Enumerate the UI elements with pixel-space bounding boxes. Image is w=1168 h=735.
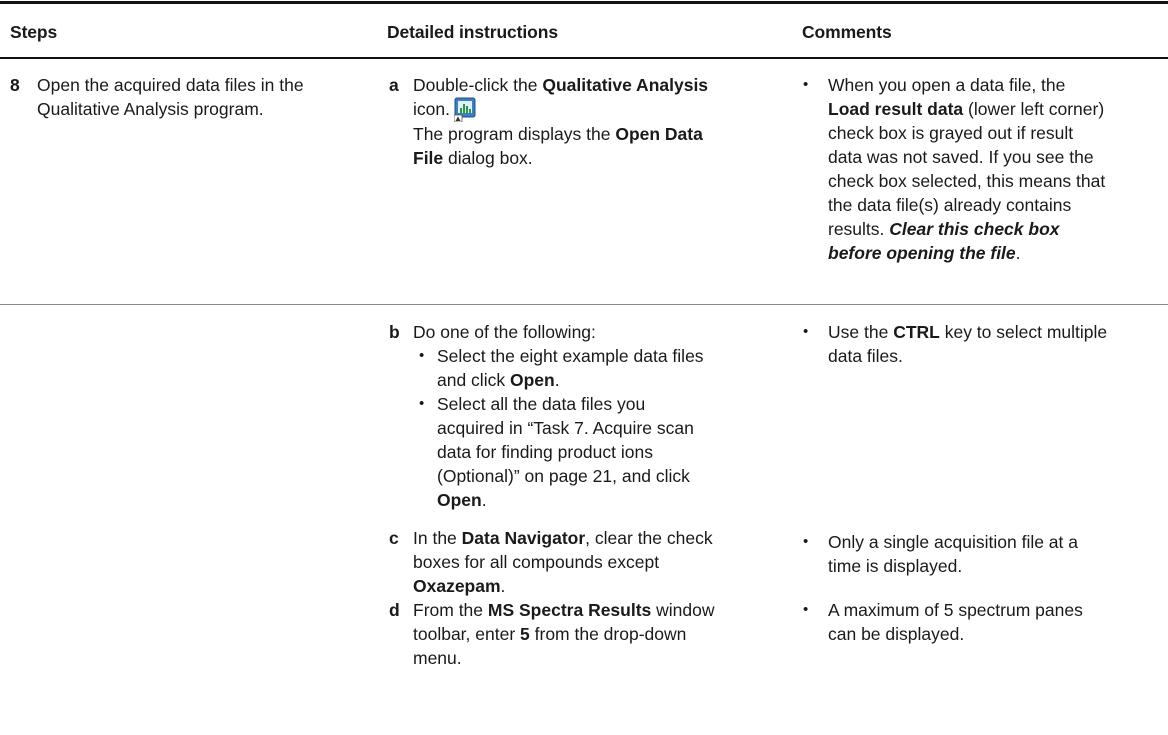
instruction-b-option-2: Select all the data files you acquired i… <box>437 394 694 510</box>
comment-bullet-c: • <box>803 533 809 550</box>
instruction-marker-a: a <box>389 75 399 95</box>
comment-bullet-d: • <box>803 601 809 618</box>
qualitative-analysis-icon <box>453 97 477 122</box>
instruction-b-option-1: Select the eight example data files and … <box>437 346 704 390</box>
comment-a: When you open a data file, the Load resu… <box>828 75 1106 263</box>
instruction-d: From the MS Spectra Results window toolb… <box>413 600 715 668</box>
option-bullet-2: • <box>419 395 425 412</box>
top-rule <box>0 1 1168 4</box>
header-comments: Comments <box>802 22 892 42</box>
instruction-c: In the Data Navigator, clear the check b… <box>413 528 713 596</box>
instruction-marker-d: d <box>389 600 400 620</box>
instruction-marker-c: c <box>389 528 399 548</box>
row-divider <box>0 304 1168 305</box>
header-steps: Steps <box>10 22 58 42</box>
instruction-b: Do one of the following: <box>413 322 596 342</box>
step-number: 8 <box>10 75 20 95</box>
instruction-a: Double-click the Qualitative Analysis ic… <box>413 75 709 168</box>
header-detailed-instructions: Detailed instructions <box>387 22 558 42</box>
instruction-marker-b: b <box>389 322 400 342</box>
step-text: Open the acquired data files in the Qual… <box>37 75 304 119</box>
comment-bullet-a: • <box>803 76 809 93</box>
header-rule <box>0 57 1168 59</box>
comment-c: Only a single acquisition file at a time… <box>828 532 1078 576</box>
comment-bullet-b: • <box>803 323 809 340</box>
option-bullet-1: • <box>419 347 425 364</box>
comment-b: Use the CTRL key to select multiple data… <box>828 322 1108 366</box>
comment-d: A maximum of 5 spectrum panes can be dis… <box>828 600 1083 644</box>
